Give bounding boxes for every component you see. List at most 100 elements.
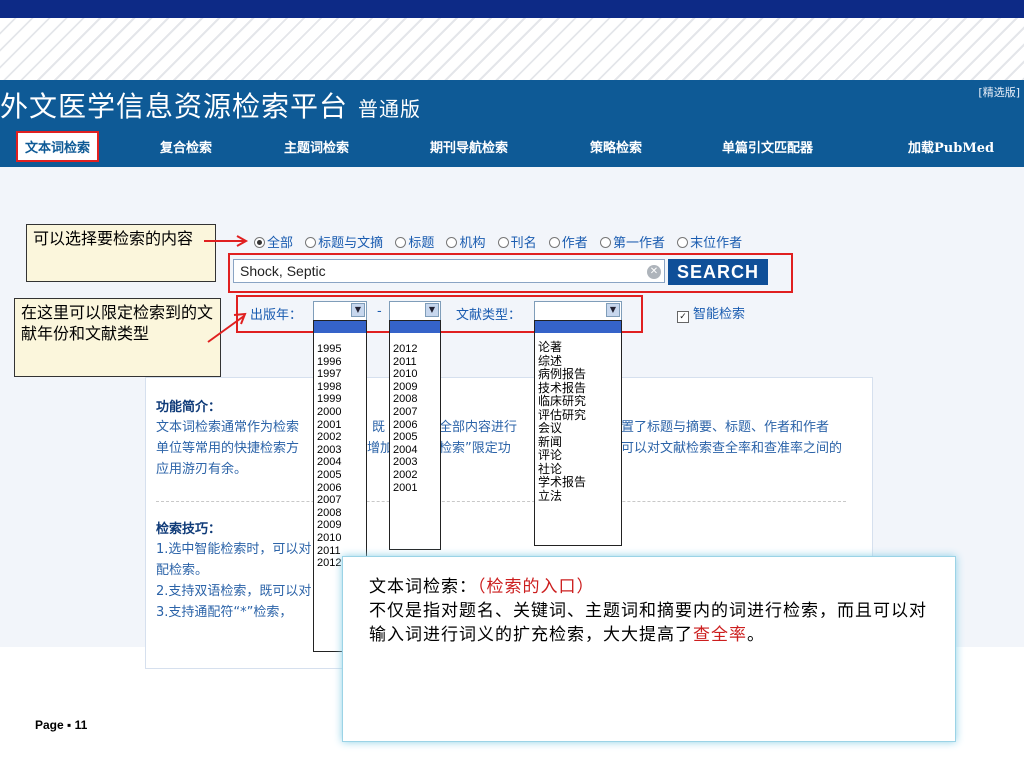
dropdown-option[interactable]: 2010 [314, 532, 366, 545]
dropdown-option[interactable]: 2001 [314, 419, 366, 432]
intro-right-2: 可以对文献检索查全率和查准率之间的 [621, 441, 843, 456]
radio-label: 全部 [267, 236, 294, 251]
dropdown-option[interactable]: 1998 [314, 381, 366, 394]
dropdown-option[interactable]: 2004 [390, 444, 440, 457]
doc-type-dropdown: 论著 综述 病例报告 技术报告 临床研究 评估研究 会议 新闻 评论 社论 学术报告 立法 [534, 320, 622, 546]
year-range-dash: - [377, 304, 382, 319]
dropdown-highlight [314, 321, 366, 333]
dropdown-option[interactable]: 1995 [314, 343, 366, 356]
search-input[interactable]: Shock, Septic [233, 259, 665, 283]
radio-scope-institution[interactable]: 机构 [446, 236, 485, 251]
dropdown-option[interactable]: 2002 [390, 469, 440, 482]
clear-icon[interactable]: ✕ [647, 265, 661, 279]
dropdown-option[interactable]: 临床研究 [535, 394, 621, 409]
dropdown-option[interactable]: 2008 [390, 393, 440, 406]
tab-journal-nav[interactable]: 期刊导航检索 [430, 137, 508, 156]
tips-title: 检索技巧： [156, 522, 222, 537]
dropdown-option[interactable]: 2008 [314, 507, 366, 520]
explanation-callout: 文本词检索：（检索的入口） 不仅是指对题名、关键词、主题词和摘要内的词进行检索，… [342, 556, 956, 742]
radio-scope-journal[interactable]: 刊名 [497, 236, 537, 251]
dropdown-option[interactable]: 2005 [314, 469, 366, 482]
year-to-dropdown: 2012 2011 2010 2009 2008 2007 2006 2005 2004 2003… [389, 320, 441, 550]
dropdown-option[interactable]: 2009 [390, 381, 440, 394]
year-to-select[interactable]: ▼ [389, 301, 441, 321]
dropdown-option[interactable]: 2002 [314, 431, 366, 444]
edition-label: 普通版 [358, 97, 422, 121]
year-from-select[interactable]: ▼ [313, 301, 367, 321]
radio-dot [677, 237, 689, 248]
dropdown-option[interactable]: 2003 [314, 444, 366, 457]
dropdown-option[interactable]: 2006 [390, 419, 440, 432]
dropdown-option[interactable]: 论著 [535, 340, 621, 355]
radio-label: 末位作者 [690, 236, 743, 251]
intro-title: 功能简介： [156, 400, 222, 415]
chevron-down-icon: ▼ [351, 303, 365, 317]
dropdown-option[interactable]: 新闻 [535, 435, 621, 450]
dropdown-option[interactable]: 2007 [390, 406, 440, 419]
dropdown-option[interactable]: 2003 [390, 456, 440, 469]
dropdown-option[interactable]: 评估研究 [535, 408, 621, 423]
dropdown-highlight [390, 321, 440, 333]
radio-label: 标题 [408, 236, 435, 251]
dropdown-option[interactable]: 2012 [390, 343, 440, 356]
callout-text: 不仅是指对题名、关键词、主题词和摘要内的词进行检索，而且可以对输入词进行词义的扩… [369, 601, 927, 645]
dropdown-option[interactable]: 2007 [314, 494, 366, 507]
radio-scope-title[interactable]: 标题 [395, 236, 434, 251]
dropdown-option[interactable]: 技术报告 [535, 381, 621, 396]
radio-scope-author[interactable]: 作者 [548, 236, 588, 251]
tab-strategy-search[interactable]: 策略检索 [590, 137, 642, 156]
intro-right-1: 置了标题与摘要、标题、作者和作者 [621, 420, 830, 435]
dropdown-option[interactable]: 1997 [314, 368, 366, 381]
radio-label: 作者 [561, 236, 588, 251]
dropdown-option[interactable]: 2005 [390, 431, 440, 444]
main-nav: 文本词检索 复合检索 主题词检索 期刊导航检索 策略检索 单篇引文匹配器 加载P… [0, 123, 1024, 167]
radio-dot [305, 237, 317, 248]
callout-body: 文本词检索：（检索的入口） 不仅是指对题名、关键词、主题词和摘要内的词进行检索，… [369, 575, 929, 647]
dropdown-option[interactable]: 2011 [390, 356, 440, 369]
radio-scope-last-author[interactable]: 末位作者 [677, 236, 742, 251]
dropdown-option[interactable]: 综述 [535, 354, 621, 369]
dropdown-option[interactable]: 2010 [390, 368, 440, 381]
doc-type-select[interactable]: ▼ [534, 301, 622, 321]
dropdown-option[interactable]: 2009 [314, 519, 366, 532]
intro-fragment-1: 既 [372, 420, 386, 435]
dropdown-option[interactable]: 1996 [314, 356, 366, 369]
search-button[interactable]: SEARCH [668, 259, 768, 285]
search-scope-radios: 全部 标题与文摘 标题 机构 刊名 作者 第一作者 末位作者 [254, 232, 750, 251]
top-band [0, 0, 1024, 18]
radio-scope-title-abstract[interactable]: 标题与文摘 [305, 236, 383, 251]
dropdown-option[interactable]: 会议 [535, 421, 621, 436]
dropdown-option[interactable]: 2000 [314, 406, 366, 419]
tab-citation-matcher[interactable]: 单篇引文匹配器 [722, 137, 813, 156]
tab-text-search[interactable]: 文本词检索 [16, 131, 100, 162]
radio-dot [446, 237, 458, 248]
callout-head: 文本词检索： [369, 577, 477, 597]
dropdown-option[interactable]: 2004 [314, 456, 366, 469]
page-number: Page ▪ 11 [35, 718, 88, 732]
dropdown-option[interactable]: 2006 [314, 482, 366, 495]
tab-load-pubmed[interactable]: 加载PubMed [908, 137, 994, 156]
panel-divider [156, 501, 846, 502]
radio-dot [599, 237, 611, 248]
dropdown-option[interactable]: 1999 [314, 393, 366, 406]
tab-subject-search[interactable]: 主题词检索 [284, 137, 349, 156]
radio-label: 机构 [459, 236, 486, 251]
dropdown-highlight [535, 321, 621, 333]
selected-edition-link[interactable]: [精选版] [978, 84, 1020, 100]
dropdown-option[interactable]: 病例报告 [535, 367, 621, 382]
scope-annotation: 可以选择要检索的内容 [26, 224, 216, 282]
scope-arrow [204, 235, 249, 247]
radio-dot [254, 237, 265, 248]
dropdown-option[interactable]: 2001 [390, 482, 440, 495]
dropdown-option[interactable]: 学术报告 [535, 475, 621, 490]
dropdown-option[interactable]: 立法 [535, 489, 621, 504]
radio-scope-all[interactable]: 全部 [254, 236, 293, 251]
tab-compound-search[interactable]: 复合检索 [160, 137, 212, 156]
filter-annotation: 在这里可以限定检索到的文献年份和文献类型 [14, 298, 221, 377]
radio-scope-first-author[interactable]: 第一作者 [599, 236, 665, 251]
dropdown-option[interactable]: 评论 [535, 448, 621, 463]
dropdown-option[interactable]: 社论 [535, 462, 621, 477]
smart-search-checkbox[interactable]: ✓ 智能检索 [677, 303, 745, 323]
year-label: 出版年： [250, 308, 303, 323]
radio-label: 第一作者 [612, 236, 665, 251]
